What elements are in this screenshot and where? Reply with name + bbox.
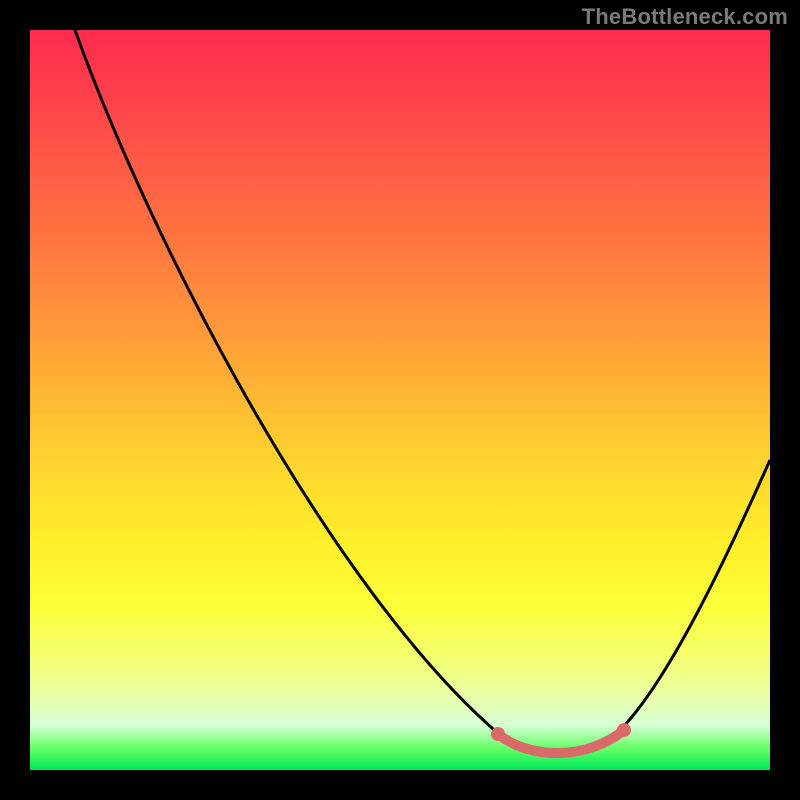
bottleneck-curve-line: [75, 30, 770, 753]
optimal-range-start-cap: [491, 727, 505, 741]
watermark-text: TheBottleneck.com: [582, 4, 788, 30]
optimal-range-end-cap: [617, 723, 631, 737]
optimal-range-highlight: [498, 730, 624, 753]
chart-plot-area: [30, 30, 770, 770]
chart-svg: [30, 30, 770, 770]
